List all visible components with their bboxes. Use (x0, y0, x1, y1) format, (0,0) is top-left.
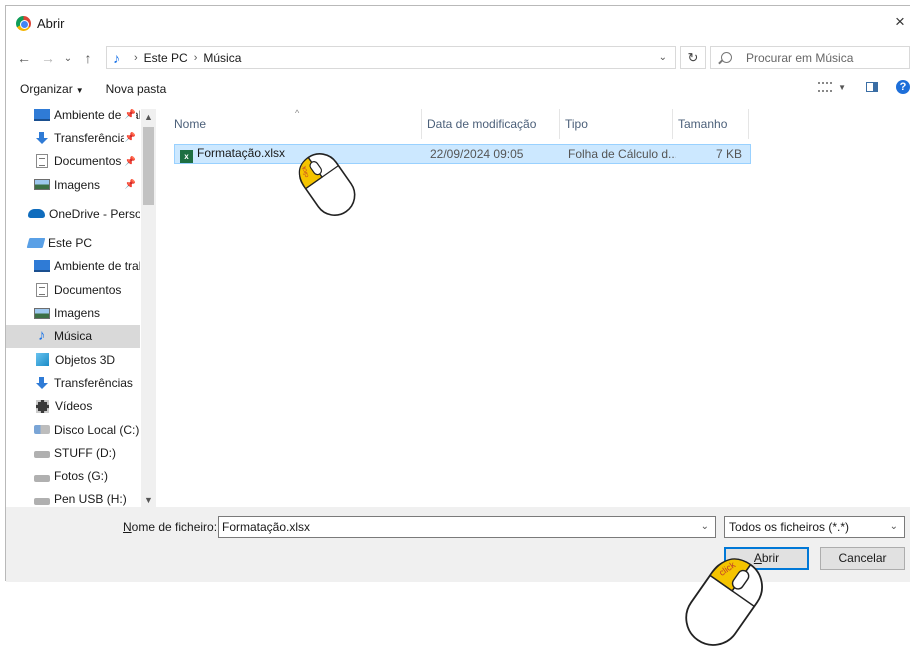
preview-pane-icon[interactable] (866, 82, 878, 92)
organize-menu[interactable]: Organizar ▼ (20, 82, 84, 96)
excel-file-icon: x (180, 149, 193, 163)
column-header-date-modified[interactable]: Data de modificação (422, 109, 560, 139)
title-bar: Abrir × (6, 6, 910, 40)
sidebar-item-stuff-drive[interactable]: STUFF (D:) (6, 441, 140, 464)
view-caret-icon[interactable]: ▼ (838, 83, 846, 92)
sidebar-item-local-disk[interactable]: Disco Local (C:) (6, 418, 140, 441)
sidebar-item-desktop[interactable]: Ambiente de trabalho (6, 255, 140, 278)
pin-icon: 📌 (123, 109, 136, 121)
file-date-cell: 22/09/2024 09:05 (430, 147, 524, 161)
mouse-click-annotation-icon: click (685, 558, 763, 646)
sidebar-item-pictures[interactable]: Imagens (6, 301, 140, 324)
view-options-icon[interactable] (818, 82, 833, 92)
file-type-cell: Folha de Cálculo d... (568, 147, 676, 161)
window-title: Abrir (37, 15, 65, 31)
caret-down-icon: ▼ (75, 86, 84, 95)
documents-icon (36, 282, 48, 297)
breadcrumb-separator-icon: › (134, 51, 138, 64)
videos-icon (36, 399, 49, 413)
music-icon: ♪ (113, 49, 120, 66)
address-bar[interactable]: ♪ › Este PC › Música ⌄ (106, 46, 676, 69)
new-folder-button[interactable]: Nova pasta (106, 82, 167, 96)
drive-icon (34, 497, 50, 505)
up-arrow-icon[interactable]: ↑ (78, 50, 98, 66)
sidebar-item-videos[interactable]: Vídeos (6, 395, 140, 418)
chevron-down-icon[interactable]: ⌄ (659, 52, 667, 63)
file-type-select[interactable]: Todos os ficheiros (*.*) ⌄ (724, 516, 905, 538)
desktop-icon (34, 109, 50, 121)
refresh-button[interactable]: ↻ (680, 46, 706, 69)
local-disk-icon (34, 425, 50, 434)
download-icon (34, 131, 50, 144)
column-header-size[interactable]: Tamanho (673, 109, 749, 139)
drive-icon (34, 474, 50, 482)
scroll-up-icon[interactable]: ▲ (141, 112, 156, 122)
download-icon (34, 376, 50, 389)
breadcrumb-this-pc[interactable]: Este PC (144, 51, 188, 65)
scroll-down-icon[interactable]: ▼ (141, 495, 156, 505)
search-placeholder: Procurar em Música (746, 50, 854, 65)
sidebar-scrollbar[interactable]: ▲ ▼ (141, 109, 156, 507)
sidebar-item-desktop-pinned[interactable]: Ambiente de trabalho📌 (6, 109, 140, 126)
filename-field[interactable]: Formatação.xlsx ⌄ (218, 516, 716, 538)
mouse-click-annotation-icon: click (298, 153, 356, 216)
address-row: ← → ⌄ ↑ ♪ › Este PC › Música ⌄ ↻ Procura… (6, 40, 910, 76)
file-size-cell: 7 KB (715, 147, 742, 161)
open-file-dialog: Abrir × ← → ⌄ ↑ ♪ › Este PC › Música ⌄ ↻… (5, 5, 910, 582)
forward-arrow-icon[interactable]: → (38, 50, 58, 66)
navigation-pane: Ambiente de trabalho📌 Transferências📌 Do… (6, 109, 156, 507)
sidebar-item-documents-pinned[interactable]: Documentos 📌 (6, 150, 140, 173)
filename-label: Nome de ficheiro: (123, 520, 218, 534)
3d-objects-icon (36, 353, 49, 367)
recent-locations-icon[interactable]: ⌄ (58, 53, 78, 64)
sidebar-item-this-pc[interactable]: Este PC (6, 231, 140, 254)
command-toolbar: Organizar ▼ Nova pasta ▼ ? (6, 76, 910, 102)
documents-icon (36, 154, 48, 169)
pictures-icon (34, 307, 50, 319)
file-row-selected[interactable]: x Formatação.xlsx 22/09/2024 09:05 Folha … (174, 144, 751, 164)
onedrive-icon (28, 209, 45, 219)
sidebar-item-downloads-pinned[interactable]: Transferências 📌 (6, 126, 140, 149)
sidebar-item-pictures-pinned[interactable]: Imagens 📌 (6, 173, 140, 196)
pin-icon: 📌 (123, 132, 136, 144)
chrome-icon (16, 15, 31, 31)
sidebar-item-downloads[interactable]: Transferências (6, 371, 140, 394)
chevron-down-icon[interactable]: ⌄ (890, 517, 898, 537)
cancel-button[interactable]: Cancelar (820, 547, 905, 570)
pin-icon: 📌 (123, 179, 136, 191)
this-pc-icon (26, 238, 46, 249)
sort-ascending-icon: ^ (295, 108, 300, 118)
close-icon[interactable]: × (890, 12, 910, 32)
breadcrumb-music[interactable]: Música (203, 51, 241, 65)
desktop-icon (34, 260, 50, 273)
search-input[interactable]: Procurar em Música (710, 46, 910, 69)
sidebar-item-documents[interactable]: Documentos (6, 278, 140, 301)
scrollbar-thumb[interactable] (143, 127, 154, 205)
drive-icon (34, 451, 50, 459)
chevron-down-icon[interactable]: ⌄ (701, 517, 709, 537)
help-icon[interactable]: ? (896, 80, 910, 94)
sidebar-item-music[interactable]: ♪ Música (6, 324, 140, 348)
back-arrow-icon[interactable]: ← (14, 50, 34, 66)
sidebar-item-usb-drive[interactable]: Pen USB (H:) (6, 488, 140, 507)
organize-label: Organizar (20, 82, 73, 96)
column-headers: ^ Nome Data de modificação Tipo Tamanho (169, 108, 910, 139)
sidebar-item-photos-drive[interactable]: Fotos (G:) (6, 464, 140, 487)
pictures-icon (34, 179, 50, 191)
sidebar-item-onedrive[interactable]: OneDrive - Personal (6, 202, 140, 225)
sidebar-item-3d-objects[interactable]: Objetos 3D (6, 348, 140, 371)
breadcrumb-separator-icon: › (193, 51, 198, 64)
music-icon: ♪ (38, 327, 46, 345)
search-icon (721, 52, 732, 63)
column-header-type[interactable]: Tipo (560, 109, 673, 139)
file-list: ^ Nome Data de modificação Tipo Tamanho … (169, 108, 910, 507)
pin-icon: 📌 (123, 155, 136, 167)
